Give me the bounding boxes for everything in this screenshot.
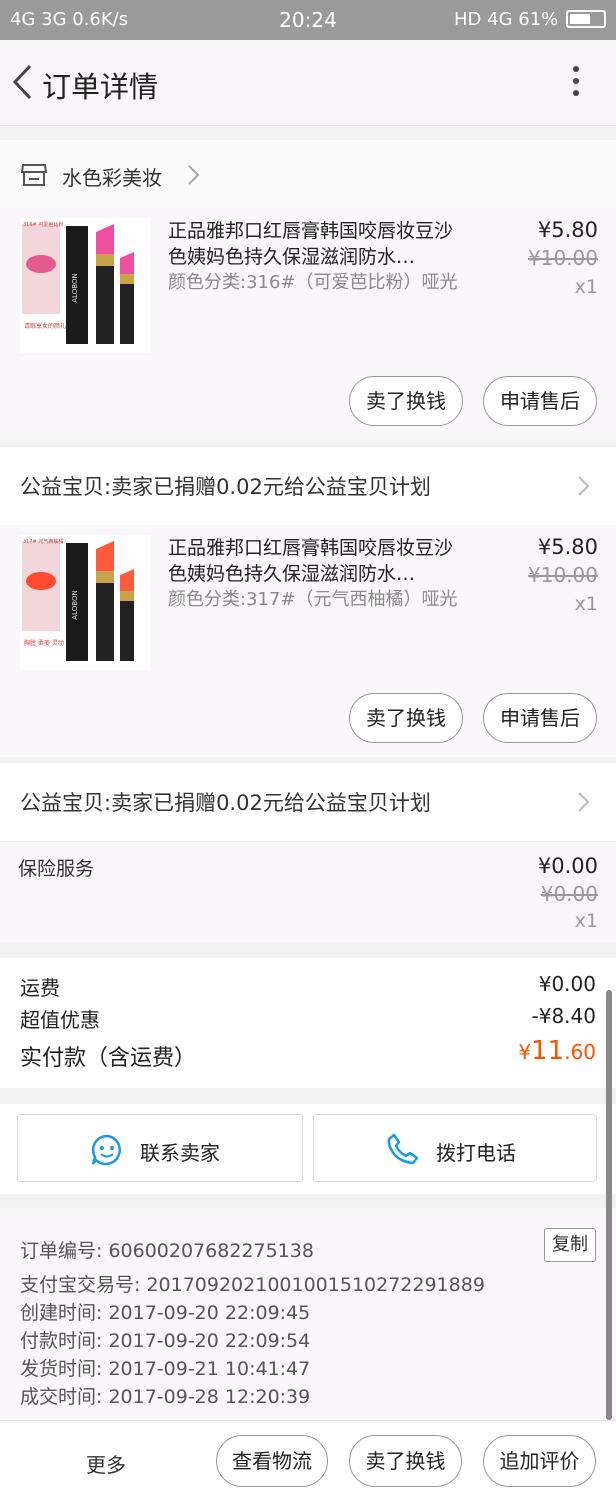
product-item[interactable]: 317# 元气西柚橘 ALOBON 胸膛 柔美 灵动 正品雅邦口红唇膏韩国咬唇妆… bbox=[0, 525, 616, 757]
shop-name: 水色彩美妆 bbox=[62, 166, 162, 190]
shipping-row: 运费 ¥0.00 bbox=[20, 972, 596, 1001]
chat-icon bbox=[91, 1134, 121, 1166]
status-bar: 4G 3G 0.6K/s 20:24 HD 4G 61% bbox=[0, 0, 616, 40]
total-row: 实付款（含运费） ¥11.60 bbox=[20, 1036, 596, 1072]
discount-value: -¥8.40 bbox=[531, 1004, 596, 1028]
sell-exchange-button[interactable]: 卖了换钱 bbox=[349, 376, 463, 426]
total-cents: .60 bbox=[564, 1040, 596, 1064]
charity-text: 公益宝贝:卖家已捐赠0.02元给公益宝贝计划 bbox=[20, 475, 431, 499]
insurance-service: 保险服务 ¥0.00 ¥0.00 x1 bbox=[0, 842, 616, 942]
total-label: 实付款（含运费） bbox=[20, 1046, 197, 1071]
svg-text:317# 元气西柚橘: 317# 元气西柚橘 bbox=[23, 538, 63, 545]
order-number: 订单编号: 60600207682275138 bbox=[20, 1240, 314, 1262]
back-arrow-icon[interactable] bbox=[10, 62, 34, 102]
product-original-price: ¥10.00 bbox=[528, 246, 598, 270]
svg-text:316# 可爱芭比粉: 316# 可爱芭比粉 bbox=[23, 221, 63, 228]
shipped-time: 发货时间: 2017-09-21 10:41:47 bbox=[20, 1358, 311, 1380]
product-original-price: ¥10.00 bbox=[528, 563, 598, 587]
paid-time: 付款时间: 2017-09-20 22:09:54 bbox=[20, 1330, 311, 1352]
call-phone-label: 拨打电话 bbox=[436, 1141, 516, 1165]
battery-icon bbox=[566, 10, 606, 28]
charity-row[interactable]: 公益宝贝:卖家已捐赠0.02元给公益宝贝计划 bbox=[0, 762, 616, 842]
chevron-right-icon bbox=[188, 165, 200, 185]
total-value: ¥11.60 bbox=[518, 1036, 596, 1066]
total-currency: ¥ bbox=[518, 1040, 532, 1064]
alipay-trade-number: 支付宝交易号: 2017092021001001510272291889 bbox=[20, 1274, 485, 1296]
call-phone-button[interactable]: 拨打电话 bbox=[313, 1114, 597, 1182]
copy-button[interactable]: 复制 bbox=[544, 1228, 596, 1262]
after-sale-button[interactable]: 申请售后 bbox=[483, 693, 597, 743]
phone-icon bbox=[387, 1133, 419, 1165]
store-icon bbox=[20, 164, 48, 186]
contact-seller-button[interactable]: 联系卖家 bbox=[17, 1114, 303, 1182]
bottom-action-bar: 更多 查看物流 卖了换钱 追加评价 bbox=[0, 1420, 616, 1500]
charity-text: 公益宝贝:卖家已捐赠0.02元给公益宝贝计划 bbox=[20, 791, 431, 815]
view-logistics-button[interactable]: 查看物流 bbox=[216, 1435, 328, 1487]
signal-indicator: HD 4G 61% bbox=[454, 9, 559, 30]
sell-exchange-button[interactable]: 卖了换钱 bbox=[349, 693, 463, 743]
insurance-price: ¥0.00 bbox=[537, 854, 598, 878]
svg-text:请眼享女的颜礼: 请眼享女的颜礼 bbox=[24, 322, 66, 330]
product-thumbnail: 317# 元气西柚橘 ALOBON 胸膛 柔美 灵动 bbox=[20, 535, 150, 670]
shop-header[interactable]: 水色彩美妆 bbox=[0, 140, 616, 208]
order-info: 订单编号: 60600207682275138 复制 支付宝交易号: 20170… bbox=[0, 1208, 616, 1420]
after-sale-button[interactable]: 申请售后 bbox=[483, 376, 597, 426]
discount-label: 超值优惠 bbox=[20, 1008, 100, 1032]
insurance-quantity: x1 bbox=[574, 910, 598, 932]
created-time: 创建时间: 2017-09-20 22:09:45 bbox=[20, 1302, 311, 1324]
product-title: 正品雅邦口红唇膏韩国咬唇妆豆沙色姨妈色持久保湿滋润防水… bbox=[168, 537, 454, 585]
more-options-icon[interactable] bbox=[565, 66, 587, 102]
shipping-label: 运费 bbox=[20, 976, 60, 1000]
page-title: 订单详情 bbox=[42, 70, 159, 104]
completed-time: 成交时间: 2017-09-28 12:20:39 bbox=[20, 1386, 311, 1408]
product-price: ¥5.80 bbox=[537, 218, 598, 242]
fee-summary: 运费 ¥0.00 超值优惠 -¥8.40 实付款（含运费） ¥11.60 bbox=[0, 958, 616, 1088]
total-integer: 11 bbox=[531, 1036, 565, 1066]
discount-row: 超值优惠 -¥8.40 bbox=[20, 1004, 596, 1033]
contact-seller-label: 联系卖家 bbox=[140, 1141, 220, 1165]
contact-area: 联系卖家 拨打电话 bbox=[0, 1104, 616, 1194]
status-right: HD 4G 61% bbox=[454, 9, 606, 30]
svg-text:胸膛 柔美 灵动: 胸膛 柔美 灵动 bbox=[24, 639, 64, 647]
title-bar: 订单详情 bbox=[0, 40, 616, 126]
chevron-right-icon bbox=[578, 792, 590, 812]
shipping-value: ¥0.00 bbox=[538, 972, 596, 996]
more-link[interactable]: 更多 bbox=[86, 1449, 126, 1478]
product-title: 正品雅邦口红唇膏韩国咬唇妆豆沙色姨妈色持久保湿滋润防水… bbox=[168, 220, 454, 268]
insurance-label: 保险服务 bbox=[18, 858, 95, 880]
product-sku: 颜色分类:317#（元气西柚橘）哑光 bbox=[168, 589, 458, 610]
product-sku: 颜色分类:316#（可爱芭比粉）哑光 bbox=[168, 272, 458, 293]
charity-row[interactable]: 公益宝贝:卖家已捐赠0.02元给公益宝贝计划 bbox=[0, 446, 616, 526]
scrollbar[interactable] bbox=[606, 990, 612, 1420]
product-quantity: x1 bbox=[574, 276, 598, 298]
product-price: ¥5.80 bbox=[537, 535, 598, 559]
product-item[interactable]: 316# 可爱芭比粉 ALOBON 请眼享女的颜礼 正品雅邦口红唇膏韩国咬唇妆豆… bbox=[0, 208, 616, 440]
svg-text:ALOBON: ALOBON bbox=[71, 273, 79, 302]
chevron-right-icon bbox=[578, 476, 590, 496]
product-quantity: x1 bbox=[574, 593, 598, 615]
svg-text:ALOBON: ALOBON bbox=[71, 590, 79, 619]
add-review-button[interactable]: 追加评价 bbox=[483, 1435, 596, 1487]
product-thumbnail: 316# 可爱芭比粉 ALOBON 请眼享女的颜礼 bbox=[20, 218, 150, 353]
insurance-original-price: ¥0.00 bbox=[540, 882, 598, 906]
sell-exchange-button[interactable]: 卖了换钱 bbox=[349, 1435, 462, 1487]
